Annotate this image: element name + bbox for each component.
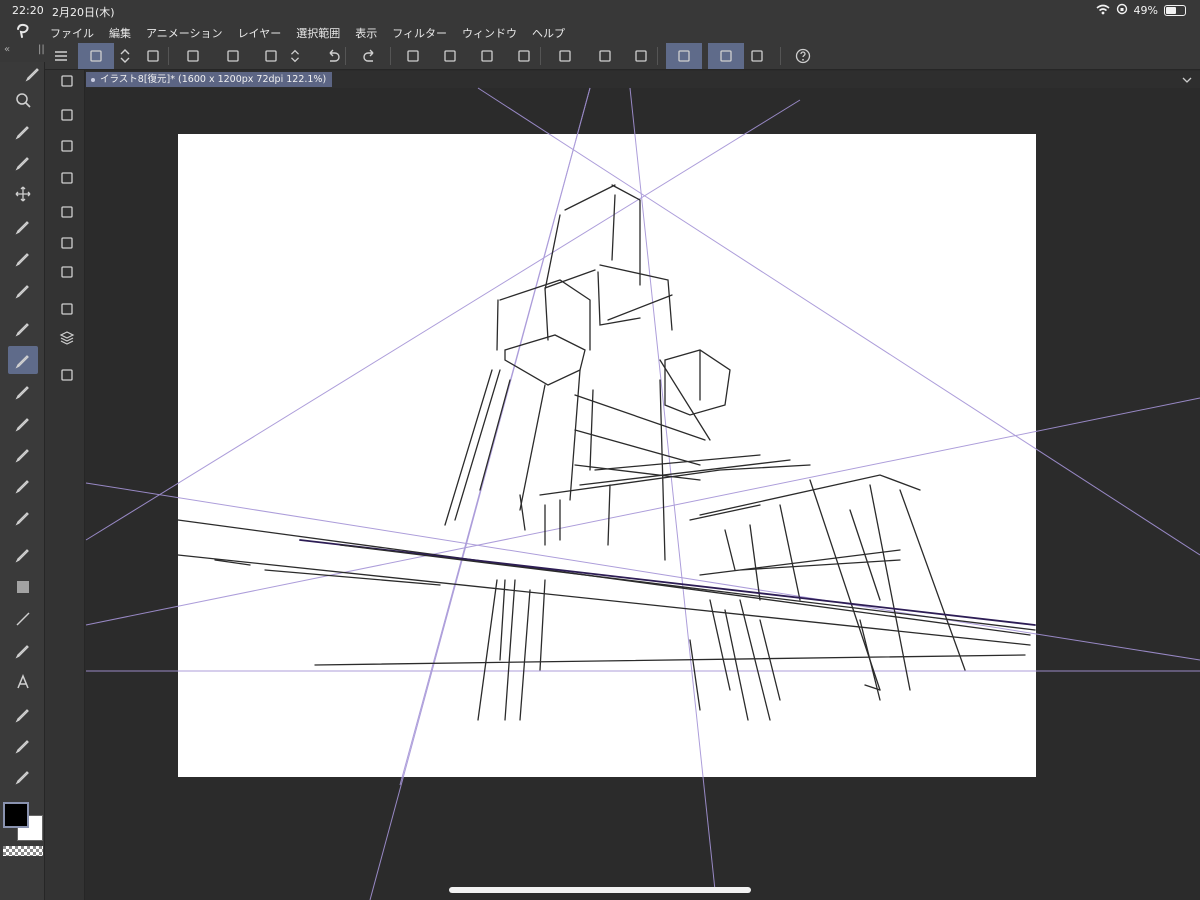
undo-icon[interactable] [320, 43, 346, 69]
document-tab[interactable]: イラスト8[復元]* (1600 x 1200px 72dpi 122.1%) [86, 72, 333, 87]
canvas-artboard[interactable] [178, 134, 1036, 777]
tab-close-icon[interactable] [91, 78, 95, 82]
orientation-lock-icon [1116, 3, 1128, 18]
correct-line-icon[interactable] [8, 731, 38, 759]
eyedropper-icon[interactable] [8, 276, 38, 304]
stepper-icon[interactable] [116, 43, 134, 69]
stepper-icon[interactable] [287, 43, 303, 69]
panel-grip-icon[interactable]: || [38, 44, 45, 55]
menu-item[interactable]: 編集 [109, 25, 131, 41]
panel-collapse-bar: « || [0, 42, 45, 62]
help-icon[interactable] [790, 43, 816, 69]
new-file-icon[interactable] [180, 43, 206, 69]
menu-item[interactable]: フィルター [392, 25, 447, 41]
open-file-icon[interactable] [220, 43, 246, 69]
menu-item[interactable]: アニメーション [146, 25, 223, 41]
invert-selection-icon[interactable] [592, 43, 618, 69]
pencil-icon[interactable] [8, 346, 38, 374]
brush-icon[interactable] [8, 377, 38, 405]
ruler-special-icon[interactable] [708, 43, 744, 69]
battery-icon [1164, 5, 1186, 16]
frame-icon[interactable] [8, 762, 38, 790]
crop-icon[interactable] [511, 43, 537, 69]
main-color-swatch[interactable] [3, 802, 29, 828]
ruler-grid-icon[interactable] [744, 43, 770, 69]
eraser-icon[interactable] [8, 440, 38, 468]
ruler-snap-icon[interactable] [666, 43, 702, 69]
tool-property-icon[interactable] [56, 104, 78, 126]
menu-item[interactable]: 選択範囲 [296, 25, 340, 41]
layer-property-icon[interactable] [56, 298, 78, 320]
toolbar-separator [168, 47, 169, 65]
line-figure-icon[interactable] [8, 605, 38, 633]
canvas-new-icon[interactable] [78, 43, 114, 69]
decoration-icon[interactable] [8, 471, 38, 499]
brush-size-icon[interactable] [56, 167, 78, 189]
menu-item[interactable]: ファイル [50, 25, 94, 41]
layer-icon[interactable] [56, 327, 78, 349]
zoom-icon[interactable] [8, 86, 38, 114]
document-tab-bar: イラスト8[復元]* (1600 x 1200px 72dpi 122.1%) [86, 71, 1200, 88]
home-indicator[interactable] [449, 887, 751, 893]
ruler-icon[interactable] [8, 636, 38, 664]
hand-icon[interactable] [8, 117, 38, 145]
animation-timeline-icon[interactable] [56, 261, 78, 283]
command-bar [45, 42, 1200, 70]
app-logo-icon[interactable] [14, 22, 32, 40]
ios-status-bar: 22:20 2月20日(木) 49% [0, 0, 1200, 21]
balloon-icon[interactable] [8, 700, 38, 728]
wifi-icon [1096, 4, 1110, 18]
menu-item[interactable]: ウィンドウ [462, 25, 517, 41]
move-icon[interactable] [8, 180, 38, 208]
battery-percent: 49% [1133, 4, 1158, 17]
menu-bar: ファイル 編集 アニメーション レイヤー 選択範囲 表示 フィルター ウィンドウ ヘルプ [0, 21, 1200, 42]
transform-icon[interactable] [437, 43, 463, 69]
airbrush-icon[interactable] [8, 409, 38, 437]
toolbar-separator [657, 47, 658, 65]
navigator-icon[interactable] [56, 70, 78, 92]
clear-selection-icon[interactable] [552, 43, 578, 69]
pen-icon[interactable] [8, 314, 38, 342]
blend-icon[interactable] [8, 503, 38, 531]
pen-tool-icon[interactable] [24, 64, 42, 82]
transparent-color-swatch[interactable] [3, 846, 43, 856]
toolbar-separator [390, 47, 391, 65]
selection-border-icon[interactable] [628, 43, 654, 69]
lasso-icon[interactable] [8, 212, 38, 240]
operation-icon[interactable] [8, 148, 38, 176]
menu-item[interactable]: ヘルプ [532, 25, 565, 41]
redo-icon[interactable] [357, 43, 383, 69]
color-wheel-icon[interactable] [56, 201, 78, 223]
material-icon[interactable] [56, 364, 78, 386]
text-icon[interactable] [8, 668, 38, 696]
toolbar-separator [780, 47, 781, 65]
menu-items: ファイル 編集 アニメーション レイヤー 選択範囲 表示 フィルター ウィンドウ ヘルプ [50, 25, 565, 41]
menu-item[interactable]: 表示 [355, 25, 377, 41]
document-tab-title: イラスト8[復元]* (1600 x 1200px 72dpi 122.1%) [100, 74, 327, 85]
magic-wand-icon[interactable] [8, 244, 38, 272]
collapse-left-icon[interactable]: « [4, 44, 10, 55]
tool-palette [0, 62, 45, 900]
chevron-down-icon[interactable] [1180, 72, 1194, 86]
loading-spinner-icon[interactable] [400, 43, 426, 69]
layer-reference-icon[interactable] [140, 43, 166, 69]
status-date: 2月20日(木) [52, 6, 115, 19]
status-time: 22:20 [12, 4, 44, 17]
sub-palette [45, 62, 85, 900]
fill-bucket-icon[interactable] [8, 540, 38, 568]
toolbar-separator [540, 47, 541, 65]
menu-icon[interactable] [48, 43, 74, 69]
fill-icon[interactable] [474, 43, 500, 69]
toolbar-separator [345, 47, 346, 65]
save-icon[interactable] [258, 43, 284, 69]
gradient-icon[interactable] [8, 573, 38, 601]
menu-item[interactable]: レイヤー [238, 25, 282, 41]
color-set-icon[interactable] [56, 232, 78, 254]
tool-settings-icon[interactable] [56, 135, 78, 157]
